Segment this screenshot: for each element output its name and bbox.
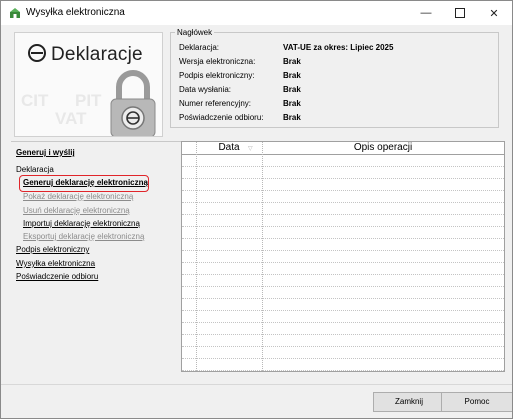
minimize-icon: — — [420, 7, 432, 19]
app-icon — [10, 8, 20, 18]
watermark-word: CIT — [21, 91, 49, 110]
nav-generuj-deklaracje[interactable]: Generuj deklarację elektroniczną — [23, 178, 148, 188]
nav-pokaz-deklaracje[interactable]: Pokaż deklarację elektroniczną — [23, 192, 133, 202]
e-logo-icon — [28, 44, 46, 62]
grid-row-line — [182, 238, 504, 239]
padlock-icon — [110, 70, 156, 136]
edeklaracje-logo: CIT PIT VAT Deklaracje — [14, 32, 163, 137]
nav-poswiadczenie-odbioru[interactable]: Poświadczenie odbioru — [16, 272, 98, 282]
minimize-button[interactable]: — — [409, 1, 443, 25]
nav-podpis-elektroniczny[interactable]: Podpis elektroniczny — [16, 245, 89, 255]
watermark-word: VAT — [55, 109, 87, 128]
title-bar: Wysyłka elektroniczna — ✕ — [1, 1, 512, 25]
logo-text: Deklaracje — [51, 44, 143, 65]
window-title: Wysyłka elektroniczna — [26, 7, 125, 18]
grid-row-line — [182, 226, 504, 227]
grid-header: Data ▽ Opis operacji — [182, 142, 504, 155]
grid-row-line — [182, 214, 504, 215]
nav-eksportuj-deklaracje[interactable]: Eksportuj deklarację elektroniczną — [23, 232, 144, 242]
maximize-icon — [455, 8, 465, 18]
watermark-word: PIT — [75, 91, 102, 110]
button-bar: Zamknij Pomoc — [1, 384, 512, 418]
close-icon: ✕ — [489, 7, 499, 20]
header-label-wersja: Wersja elektroniczna: — [179, 57, 256, 66]
grid-row-line — [182, 298, 504, 299]
column-header-opis[interactable]: Opis operacji — [262, 142, 504, 154]
sort-icon: ▽ — [248, 146, 253, 152]
grid-row-line — [182, 190, 504, 191]
header-label-data-wyslania: Data wysłania: — [179, 85, 232, 94]
grid-column-divider — [196, 142, 197, 371]
header-value-data-wyslania: Brak — [283, 85, 301, 94]
grid-row-line — [182, 178, 504, 179]
grid-row-line — [182, 334, 504, 335]
grid-row-line — [182, 358, 504, 359]
header-value-podpis: Brak — [283, 71, 301, 80]
grid-row-line — [182, 286, 504, 287]
help-button[interactable]: Pomoc — [441, 392, 512, 412]
nav-wysylka-elektroniczna[interactable]: Wysyłka elektroniczna — [16, 259, 95, 269]
header-label-podpis: Podpis elektroniczny: — [179, 71, 255, 80]
grid-column-divider — [262, 142, 263, 371]
grid-row-line — [182, 250, 504, 251]
grid-row-line — [182, 310, 504, 311]
header-value-numer-referencyjny: Brak — [283, 99, 301, 108]
operations-grid[interactable]: Data ▽ Opis operacji — [181, 141, 505, 372]
grid-row-line — [182, 370, 504, 371]
header-value-poswiadczenie: Brak — [283, 113, 301, 122]
grid-row-line — [182, 346, 504, 347]
close-dialog-button[interactable]: Zamknij — [373, 392, 445, 412]
header-label-poswiadczenie: Poświadczenie odbioru: — [179, 113, 264, 122]
header-legend: Nagłówek — [177, 28, 213, 37]
grid-row-line — [182, 274, 504, 275]
header-value-wersja: Brak — [283, 57, 301, 66]
header-value-deklaracja: VAT-UE za okres: Lipiec 2025 — [283, 43, 394, 52]
nav-importuj-deklaracje[interactable]: Importuj deklarację elektroniczną — [23, 219, 140, 229]
nav-deklaracja-heading: Deklaracja — [16, 165, 54, 174]
nav-generuj-i-wyslij[interactable]: Generuj i wyślij — [16, 148, 75, 158]
header-fieldset: Nagłówek Deklaracja: VAT-UE za okres: Li… — [170, 28, 499, 128]
grid-row-line — [182, 202, 504, 203]
grid-row-line — [182, 166, 504, 167]
header-label-deklaracja: Deklaracja: — [179, 43, 220, 52]
nav-usun-deklaracje[interactable]: Usuń deklarację elektroniczną — [23, 206, 130, 216]
grid-row-line — [182, 322, 504, 323]
header-label-numer-referencyjny: Numer referencyjny: — [179, 99, 252, 108]
grid-row-line — [182, 262, 504, 263]
maximize-button[interactable] — [443, 1, 477, 25]
close-button[interactable]: ✕ — [477, 1, 511, 25]
window: Wysyłka elektroniczna — ✕ CIT PIT VAT De… — [0, 0, 513, 419]
